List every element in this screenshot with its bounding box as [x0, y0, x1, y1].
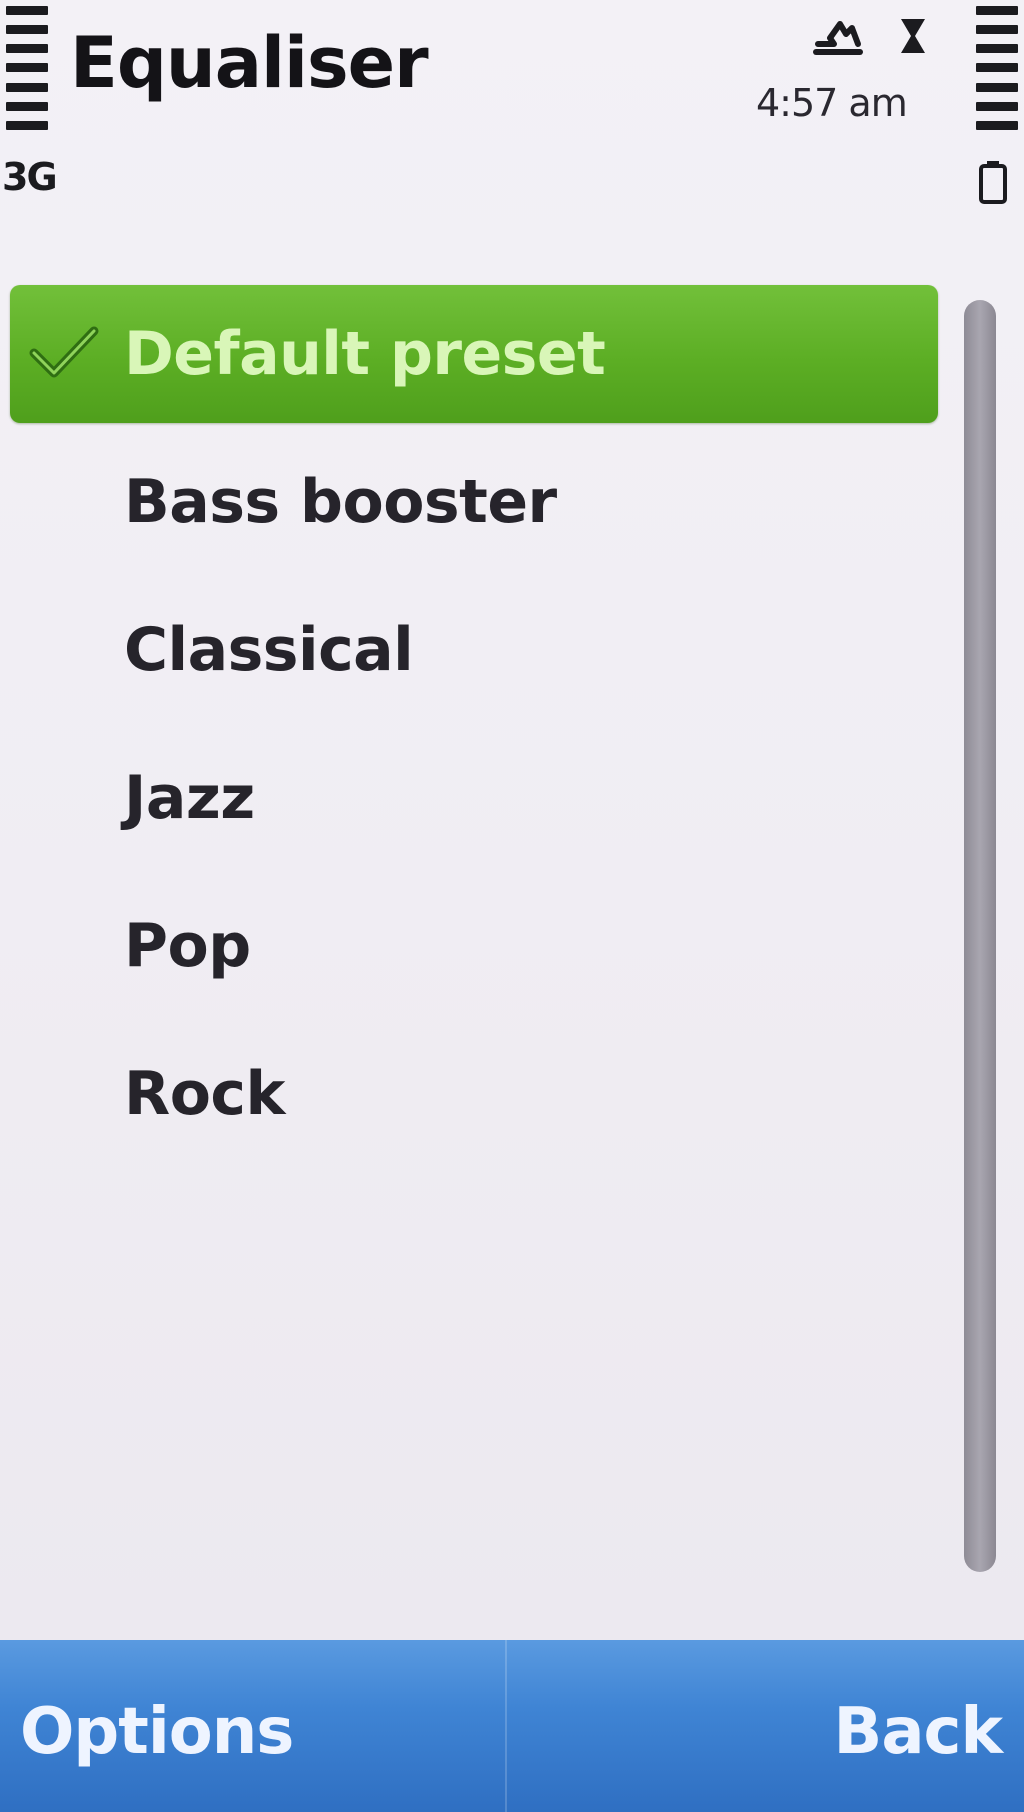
list-item-pop[interactable]: Pop: [10, 877, 938, 1015]
network-type-label: 3G: [2, 155, 58, 199]
signal-bar: [6, 120, 48, 130]
back-button[interactable]: Back: [834, 1700, 1003, 1764]
list-item-classical[interactable]: Classical: [10, 581, 938, 719]
status-icons: [812, 14, 928, 58]
options-button[interactable]: Options: [20, 1700, 294, 1764]
bluetooth-icon: [813, 21, 863, 55]
signal-bar: [6, 25, 48, 35]
list-item-default-preset[interactable]: Default preset: [10, 285, 938, 423]
battery-bar: [976, 120, 1018, 130]
scrollbar[interactable]: [964, 300, 996, 1572]
preset-list: Default preset Bass booster Classical Ja…: [10, 285, 938, 1173]
signal-bar: [6, 82, 48, 92]
clock: 4:57 am: [756, 81, 908, 125]
list-item-rock[interactable]: Rock: [10, 1025, 938, 1163]
list-item-label: Bass booster: [124, 467, 557, 537]
battery-icon: [979, 161, 1007, 204]
battery-bar: [976, 44, 1018, 54]
list-item-label: Rock: [124, 1059, 285, 1129]
list-item-jazz[interactable]: Jazz: [10, 729, 938, 867]
hourglass-icon: [901, 19, 925, 53]
list-item-label: Classical: [124, 615, 414, 685]
battery-bar: [976, 101, 1018, 111]
page-title: Equaliser: [70, 22, 429, 104]
signal-strength-icon: [6, 6, 48, 130]
list-item-label: Jazz: [124, 763, 255, 833]
battery-bar: [976, 82, 1018, 92]
battery-bar: [976, 6, 1018, 15]
signal-bar: [6, 63, 48, 73]
list-item-label: Default preset: [124, 319, 606, 389]
signal-bar: [6, 44, 48, 54]
softkey-bar: Options Back: [0, 1640, 1024, 1812]
list-item-label: Pop: [124, 911, 251, 981]
checkmark-icon: [29, 326, 99, 378]
signal-bar: [6, 6, 48, 15]
battery-bar: [976, 63, 1018, 73]
signal-bar: [6, 101, 48, 111]
softkey-divider: [505, 1640, 507, 1812]
battery-level-icon: [976, 6, 1018, 130]
battery-bar: [976, 25, 1018, 35]
list-item-bass-booster[interactable]: Bass booster: [10, 433, 938, 571]
